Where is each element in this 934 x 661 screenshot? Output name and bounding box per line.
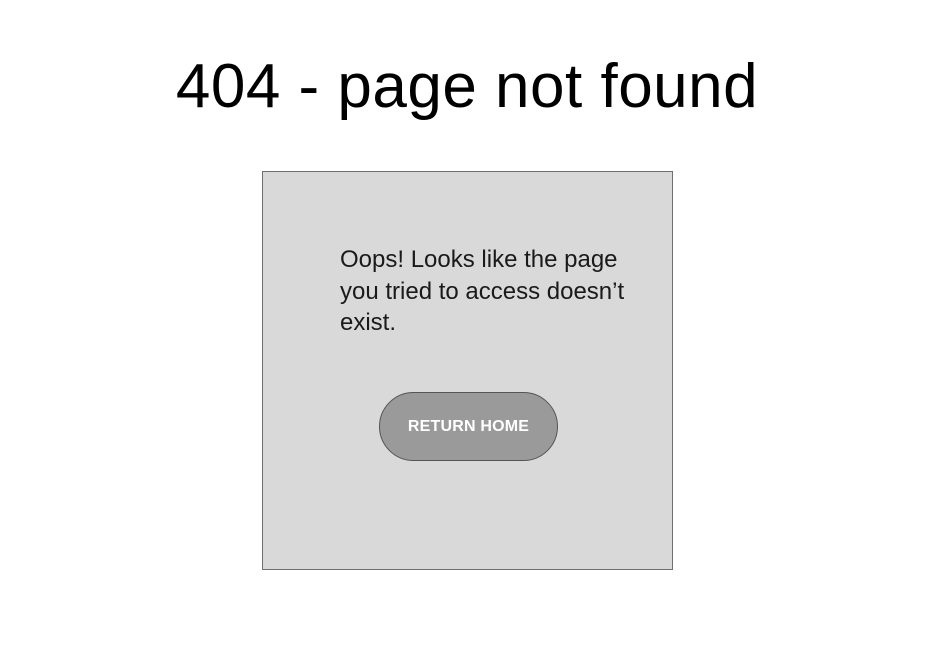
return-home-button[interactable]: RETURN HOME xyxy=(379,392,558,461)
page-title: 404 - page not found xyxy=(175,52,759,121)
error-card: Oops! Looks like the page you tried to a… xyxy=(262,171,673,570)
error-message: Oops! Looks like the page you tried to a… xyxy=(340,246,625,336)
not-found-page: 404 - page not found Oops! Looks like th… xyxy=(0,0,934,661)
